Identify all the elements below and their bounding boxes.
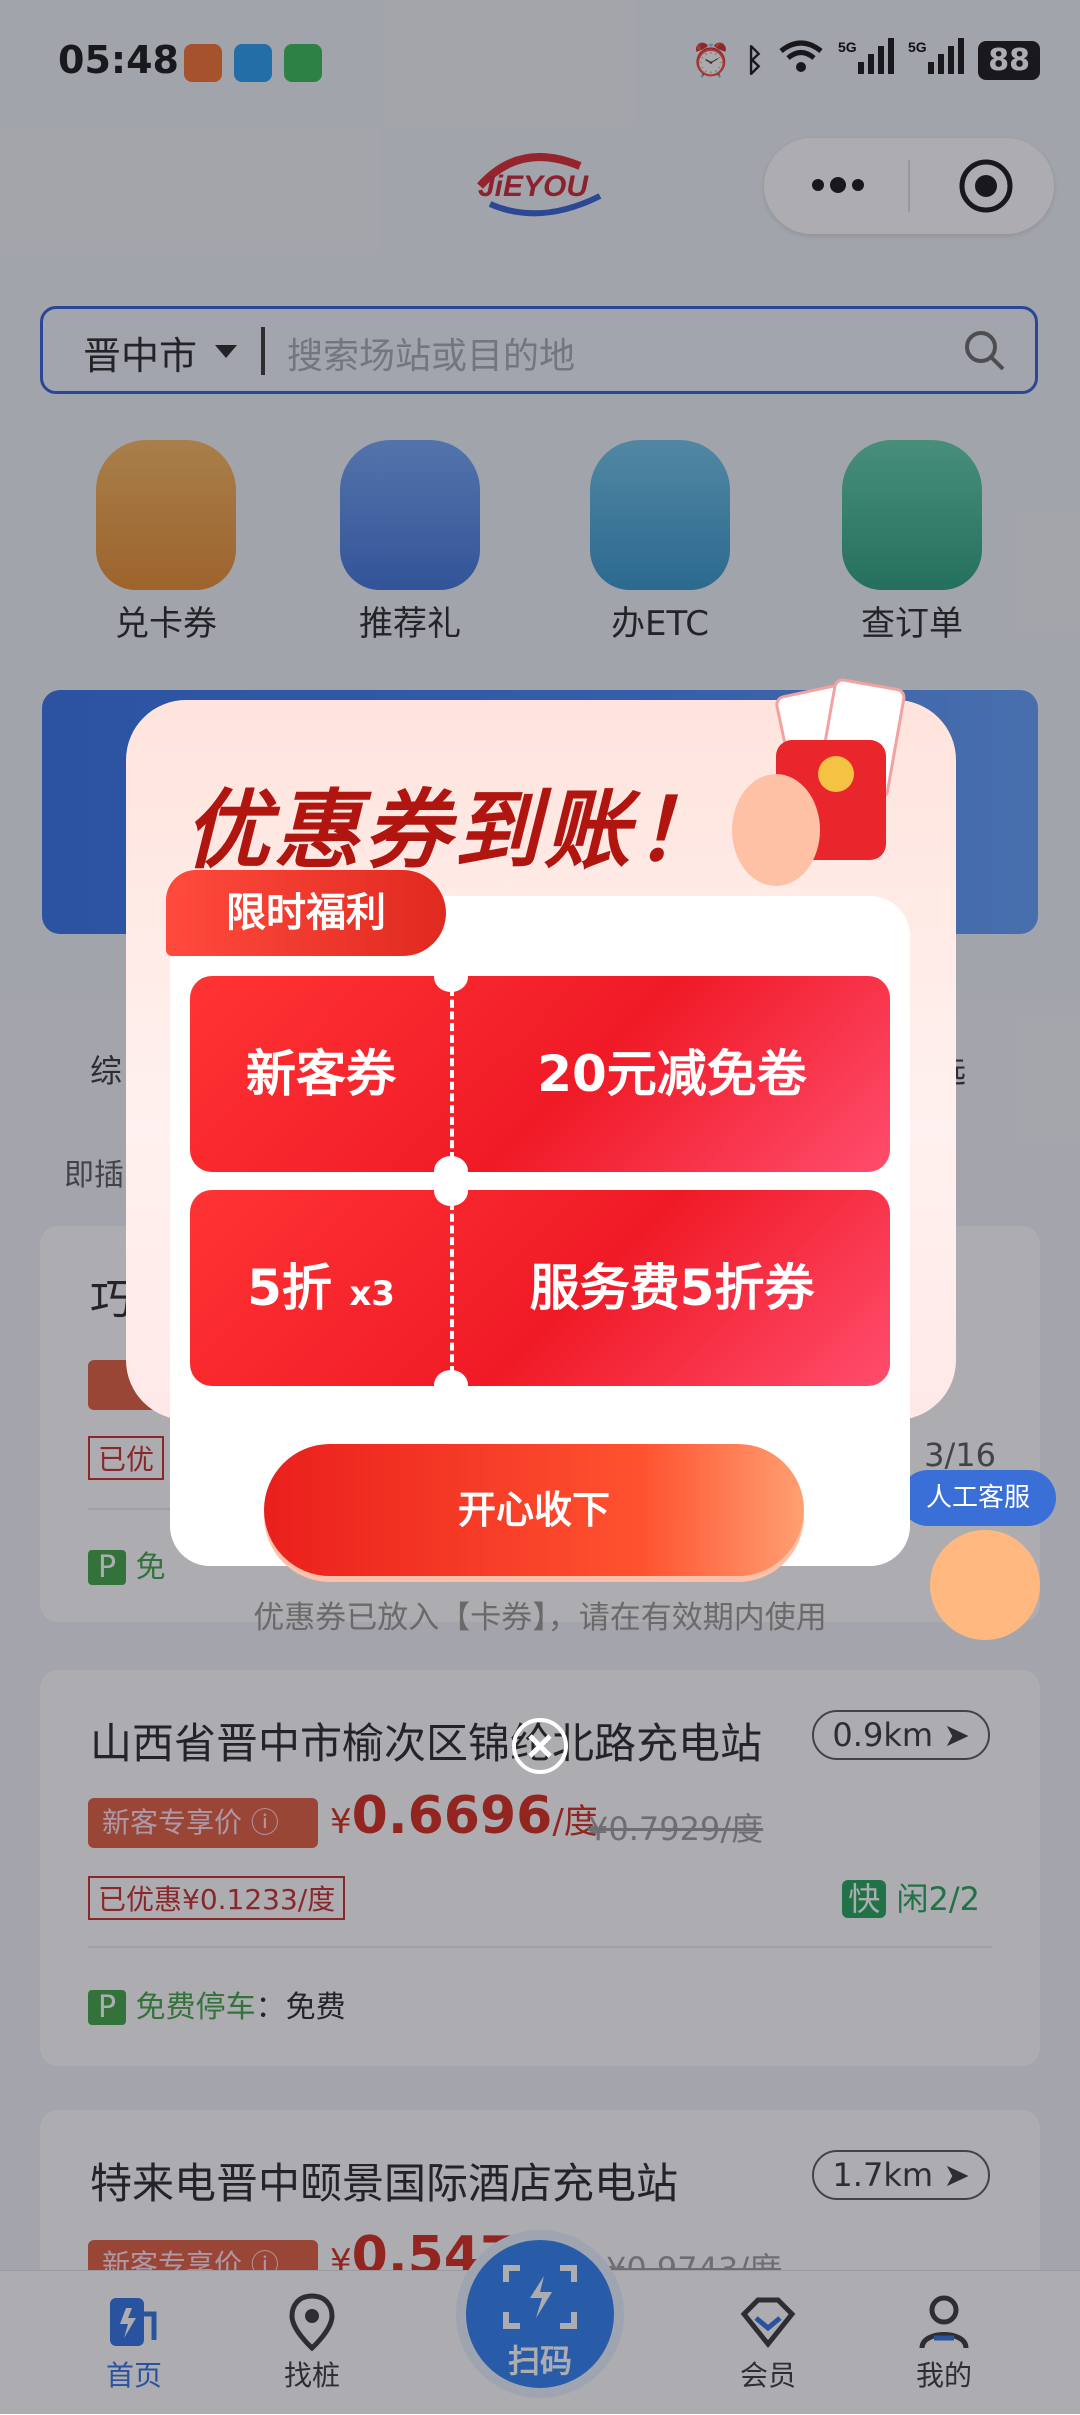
coupon-value: 20元减免卷: [537, 1045, 807, 1103]
coupon-type: 5折 x3: [190, 1190, 452, 1386]
coupon-count: x3: [349, 1274, 395, 1314]
dialog-title: 优惠券到账！: [184, 780, 724, 881]
red-envelope-icon: [716, 670, 946, 900]
accept-button[interactable]: 开心收下: [264, 1444, 804, 1576]
coupon-dialog: 优惠券到账！ 限时福利 新客券 20元减免卷 5折 x3 服务费5折券 开心收下…: [126, 678, 956, 1650]
coupon-new-customer: 新客券 20元减免卷: [190, 962, 890, 1186]
limited-ribbon: 限时福利: [166, 870, 446, 956]
coupon-type: 新客券: [190, 976, 452, 1172]
coupon-service-discount: 5折 x3 服务费5折券: [190, 1176, 890, 1400]
dialog-note: 优惠券已放入【卡券】，请在有效期内使用: [253, 1600, 827, 1636]
close-dialog-button[interactable]: [512, 1718, 568, 1774]
coupon-type-text: 新客券: [246, 1045, 396, 1103]
coupon-type-text: 5折: [247, 1259, 332, 1317]
coupon-value: 服务费5折券: [529, 1259, 815, 1317]
